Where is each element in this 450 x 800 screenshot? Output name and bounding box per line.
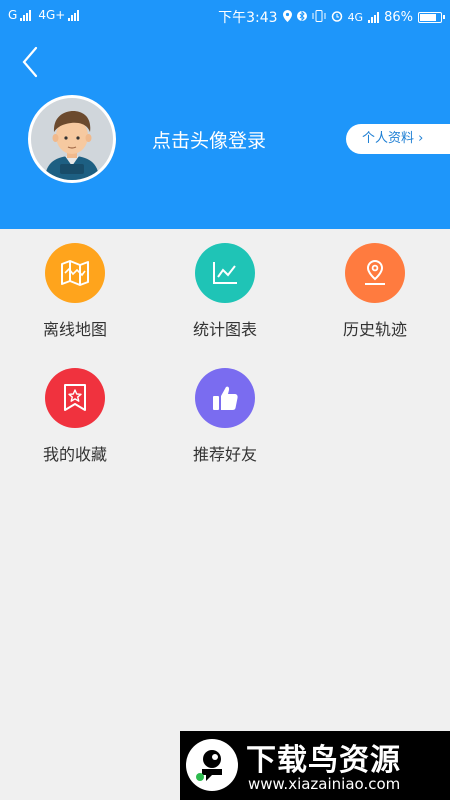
watermark-url: www.xiazainiao.com — [248, 775, 401, 793]
carrier-label: G — [8, 8, 18, 22]
signal-icon — [20, 9, 32, 21]
bookmark-star-icon — [45, 368, 105, 428]
menu-item-history-track[interactable]: 历史轨迹 — [315, 243, 435, 340]
menu-item-recommend-friends[interactable]: 推荐好友 — [165, 368, 285, 465]
vibrate-icon — [312, 9, 326, 25]
signal-icon-2 — [68, 9, 80, 21]
watermark-title: 下载鸟资源 — [246, 743, 401, 778]
menu-item-statistics[interactable]: 统计图表 — [165, 243, 285, 340]
bluetooth-icon — [296, 10, 307, 25]
menu-label-favorites: 我的收藏 — [42, 445, 107, 464]
back-chevron-icon[interactable] — [18, 44, 48, 80]
watermark-banner: 下载鸟资源 www.xiazainiao.com — [180, 731, 450, 800]
network-label: 4G+ — [38, 8, 66, 22]
avatar[interactable] — [28, 95, 116, 183]
avatar-boy-icon — [45, 111, 99, 180]
menu-label-recommend-friends: 推荐好友 — [192, 445, 257, 464]
menu-label-offline-map: 离线地图 — [42, 320, 107, 339]
battery-icon — [418, 11, 445, 23]
signal-icon-3 — [368, 11, 380, 23]
menu-label-history-track: 历史轨迹 — [342, 320, 407, 339]
menu-label-statistics: 统计图表 — [192, 320, 257, 339]
map-icon — [45, 243, 105, 303]
location-pin-icon — [345, 243, 405, 303]
network-label-2: 4G — [347, 10, 364, 24]
line-chart-icon — [195, 243, 255, 303]
profile-button[interactable]: 个人资料 › — [346, 124, 450, 154]
thumbs-up-icon — [195, 368, 255, 428]
menu-item-favorites[interactable]: 我的收藏 — [15, 368, 135, 465]
location-status-icon — [282, 9, 292, 25]
profile-header: G 4G+ 下午3:43 4G 86% 点击头像登录 个人资料 › — [0, 0, 450, 229]
alarm-icon — [331, 10, 343, 25]
login-prompt[interactable]: 点击头像登录 — [152, 126, 266, 153]
battery-percent: 86% — [384, 9, 413, 25]
bird-logo-icon — [186, 739, 238, 791]
status-bar: G 4G+ 下午3:43 4G 86% — [0, 0, 450, 30]
clock: 下午3:43 — [218, 10, 278, 26]
menu-item-offline-map[interactable]: 离线地图 — [15, 243, 135, 340]
